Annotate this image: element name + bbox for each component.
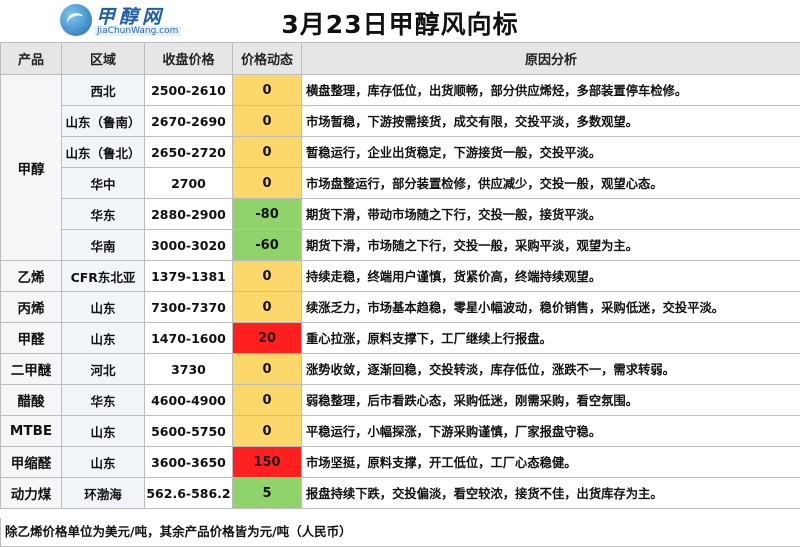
reason-cell: 期货下滑，市场随之下行，交投一般，采购平淡，观望为主。 bbox=[301, 229, 800, 261]
title-bar: 甲醇网 JiaChunWang.com 3月23日甲醇风向标 bbox=[0, 0, 800, 43]
region-cell: 山东（鲁北） bbox=[61, 136, 145, 168]
price-change-cell: 0 bbox=[232, 353, 302, 385]
table-row: 山东（鲁北） 2650-2720 0 暂稳运行，企业出货稳定，下游接货一般，交投平淡。 bbox=[1, 136, 800, 168]
product-cell: 丙烯 bbox=[0, 291, 62, 323]
column-header-price: 收盘价格 bbox=[144, 42, 233, 75]
reason-cell: 报盘持续下跌，交投偏淡，看空较浓，接货不佳，出货库存为主。 bbox=[301, 477, 800, 509]
product-cell: 甲醛 bbox=[0, 322, 62, 354]
product-cell: MTBE bbox=[0, 415, 62, 447]
reason-cell: 涨势收敛，逐渐回稳，交投转淡，库存低位，涨跌不一，需求转弱。 bbox=[301, 353, 800, 385]
reason-cell: 弱稳整理，后市看跌心态，采购低迷，刚需采购，看空氛围。 bbox=[301, 384, 800, 416]
table-row: 二甲醚 河北 3730 0 涨势收敛，逐渐回稳，交投转淡，库存低位，涨跌不一，需求转弱。 bbox=[0, 353, 800, 385]
price-cell: 2700 bbox=[144, 167, 233, 199]
product-cell: 动力煤 bbox=[0, 477, 62, 509]
region-cell: CFR东北亚 bbox=[61, 260, 145, 292]
price-change-cell: 0 bbox=[232, 74, 302, 106]
price-change-cell: 0 bbox=[232, 415, 302, 447]
reason-cell: 平稳运行，小幅探涨，下游采购谨慎，厂家报盘守稳。 bbox=[301, 415, 800, 447]
column-header-reason: 原因分析 bbox=[301, 42, 800, 75]
table-body: 甲醇 西北 2500-2610 0 横盘整理，库存低位，出货顺畅，部分供应烯烃，多部装置… bbox=[0, 74, 800, 509]
region-cell: 华东 bbox=[61, 198, 145, 230]
price-change-cell: 0 bbox=[232, 167, 302, 199]
reason-cell: 市场坚挺，原料支撑，开工低位，工厂心态稳健。 bbox=[301, 446, 800, 478]
price-cell: 4600-4900 bbox=[144, 384, 233, 416]
reason-cell: 期货下滑，带动市场随之下行，交投一般，接货平淡。 bbox=[301, 198, 800, 230]
reason-cell: 持续走稳，终端用户谨慎，货紧价高，终端持续观望。 bbox=[301, 260, 800, 292]
product-cell: 甲醇 bbox=[0, 74, 62, 261]
price-cell: 5600-5750 bbox=[144, 415, 233, 447]
price-change-cell: 0 bbox=[232, 291, 302, 323]
region-cell: 山东 bbox=[61, 446, 145, 478]
region-cell: 山东 bbox=[61, 322, 145, 354]
price-change-cell: 5 bbox=[232, 477, 302, 509]
table-row: 华中 2700 0 市场盘整运行，部分装置检修，供应减少，交投一般，观望心态。 bbox=[1, 167, 800, 199]
reason-cell: 暂稳运行，企业出货稳定，下游接货一般，交投平淡。 bbox=[301, 136, 800, 168]
footnote: 除乙烯价格单位为美元/吨，其余产品价格皆为元/吨（人民币） bbox=[0, 518, 800, 547]
column-header-change: 价格动态 bbox=[232, 42, 302, 75]
region-cell: 山东（鲁南） bbox=[61, 105, 145, 137]
price-cell: 562.6-586.2 bbox=[144, 477, 233, 509]
column-header-region: 区域 bbox=[61, 42, 145, 75]
price-cell: 1470-1600 bbox=[144, 322, 233, 354]
price-cell: 3730 bbox=[144, 353, 233, 385]
table-row: 醋酸 华东 4600-4900 0 弱稳整理，后市看跌心态，采购低迷，刚需采购，看空氛围… bbox=[0, 384, 800, 416]
region-cell: 河北 bbox=[61, 353, 145, 385]
price-table: 产品 区域 收盘价格 价格动态 原因分析 甲醇 西北 2500-2610 0 横盘整理，… bbox=[0, 42, 800, 509]
price-change-cell: 0 bbox=[232, 260, 302, 292]
reason-cell: 续涨乏力，市场基本趋稳，零星小幅波动，稳价销售，采购低迷，交投平淡。 bbox=[301, 291, 800, 323]
region-cell: 西北 bbox=[61, 74, 145, 106]
reason-cell: 市场盘整运行，部分装置检修，供应减少，交投一般，观望心态。 bbox=[301, 167, 800, 199]
price-cell: 3000-3020 bbox=[144, 229, 233, 261]
table-row: 华东 2880-2900 -80 期货下滑，带动市场随之下行，交投一般，接货平淡。 bbox=[1, 198, 800, 230]
table-row: 丙烯 山东 7300-7370 0 续涨乏力，市场基本趋稳，零星小幅波动，稳价销售，采购… bbox=[0, 291, 800, 323]
table-header-row: 产品 区域 收盘价格 价格动态 原因分析 bbox=[0, 42, 800, 75]
product-cell: 二甲醚 bbox=[0, 353, 62, 385]
table-row: 动力煤 环渤海 562.6-586.2 5 报盘持续下跌，交投偏淡，看空较浓，接货不佳，… bbox=[0, 477, 800, 509]
page-title: 3月23日甲醇风向标 bbox=[281, 10, 519, 39]
column-header-product: 产品 bbox=[0, 42, 62, 75]
table-row: 山东（鲁南） 2670-2690 0 市场暂稳，下游按需接货，成交有限，交投平淡，多数… bbox=[1, 105, 800, 137]
region-cell: 华东 bbox=[61, 384, 145, 416]
price-cell: 2650-2720 bbox=[144, 136, 233, 168]
table-row: MTBE 山东 5600-5750 0 平稳运行，小幅探涨，下游采购谨慎，厂家报盘守稳。 bbox=[0, 415, 800, 447]
product-cell: 甲缩醛 bbox=[0, 446, 62, 478]
price-change-cell: -60 bbox=[232, 229, 302, 261]
region-cell: 山东 bbox=[61, 415, 145, 447]
price-change-cell: 20 bbox=[232, 322, 302, 354]
table-row: 乙烯 CFR东北亚 1379-1381 0 持续走稳，终端用户谨慎，货紧价高，终端持续观… bbox=[0, 260, 800, 292]
price-cell: 2500-2610 bbox=[144, 74, 233, 106]
reason-cell: 重心拉涨，原料支撑下，工厂继续上行报盘。 bbox=[301, 322, 800, 354]
reason-cell: 横盘整理，库存低位，出货顺畅，部分供应烯烃，多部装置停车检修。 bbox=[301, 74, 800, 106]
region-cell: 华中 bbox=[61, 167, 145, 199]
region-cell: 华南 bbox=[61, 229, 145, 261]
price-change-cell: 0 bbox=[232, 136, 302, 168]
product-cell: 醋酸 bbox=[0, 384, 62, 416]
table-row: 甲缩醛 山东 3600-3650 150 市场坚挺，原料支撑，开工低位，工厂心态稳健。 bbox=[0, 446, 800, 478]
price-change-cell: 0 bbox=[232, 105, 302, 137]
table-row: 甲醛 山东 1470-1600 20 重心拉涨，原料支撑下，工厂继续上行报盘。 bbox=[0, 322, 800, 354]
price-cell: 1379-1381 bbox=[144, 260, 233, 292]
price-cell: 2880-2900 bbox=[144, 198, 233, 230]
region-cell: 山东 bbox=[61, 291, 145, 323]
reason-cell: 市场暂稳，下游按需接货，成交有限，交投平淡，多数观望。 bbox=[301, 105, 800, 137]
page: 甲醇网 JiaChunWang.com 3月23日甲醇风向标 产品 区域 收盘价… bbox=[0, 0, 800, 547]
price-change-cell: 0 bbox=[232, 384, 302, 416]
table-row: 甲醇 西北 2500-2610 0 横盘整理，库存低位，出货顺畅，部分供应烯烃，多部装置… bbox=[0, 74, 800, 261]
table-row: 华南 3000-3020 -60 期货下滑，市场随之下行，交投一般，采购平淡，观望为主… bbox=[1, 229, 800, 261]
price-cell: 2670-2690 bbox=[144, 105, 233, 137]
product-cell: 乙烯 bbox=[0, 260, 62, 292]
region-cell: 环渤海 bbox=[61, 477, 145, 509]
price-change-cell: 150 bbox=[232, 446, 302, 478]
price-cell: 7300-7370 bbox=[144, 291, 233, 323]
price-cell: 3600-3650 bbox=[144, 446, 233, 478]
price-change-cell: -80 bbox=[232, 198, 302, 230]
